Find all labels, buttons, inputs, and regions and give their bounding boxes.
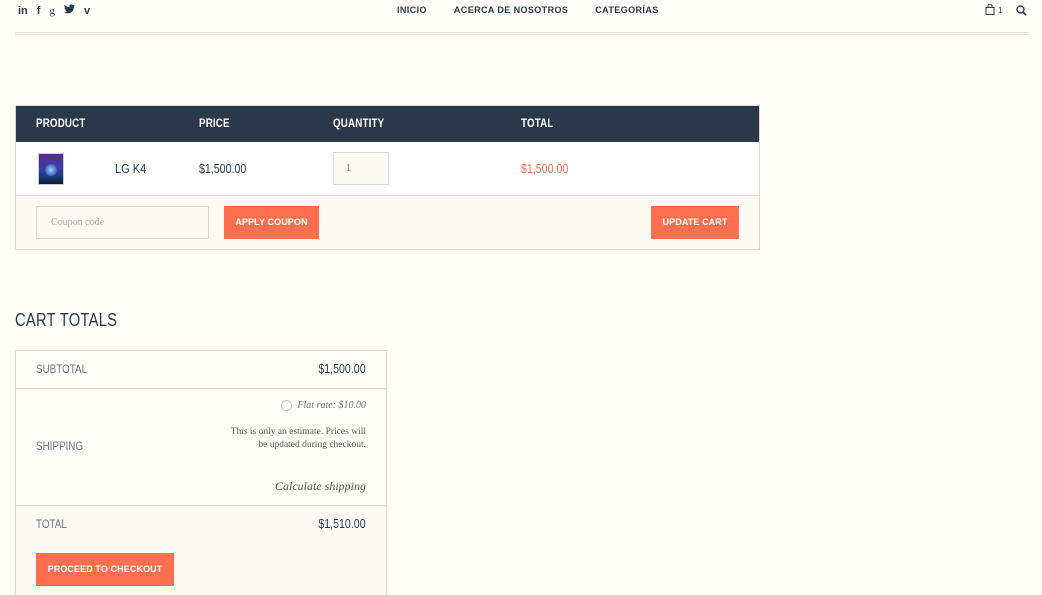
column-header-product: PRODUCT [36,118,86,130]
quantity-input[interactable]: 1 [333,152,389,185]
proceed-to-checkout-button[interactable]: PROCEED TO CHECKOUT [36,553,174,586]
shopping-bag-icon [985,4,995,15]
flat-rate-label: Flat rate: $10.00 [297,400,366,411]
nav-item-inicio[interactable]: INICIO [397,5,427,15]
search-icon[interactable] [1016,3,1027,21]
main-nav: INICIO ACERCA DE NOSOTROS CATEGORÍAS [397,5,686,15]
nav-item-categorias[interactable]: CATEGORÍAS [595,5,658,15]
subtotal-row: SUBTOTAL $1,500.00 [16,351,386,389]
product-name[interactable]: LG K4 [115,161,146,176]
coupon-input[interactable]: Coupon code [36,206,209,239]
header-divider [15,34,1028,35]
table-row: LG K4 $1,500.00 1 $1,500.00 [16,142,759,196]
column-header-total: TOTAL [521,118,554,130]
subtotal-value: $1,500.00 [318,362,366,376]
facebook-icon[interactable]: f [37,4,41,18]
cart-table: PRODUCT PRICE QUANTITY TOTAL LG K4 $1,50… [15,105,760,250]
cart-totals-table: SUBTOTAL $1,500.00 SHIPPING Flat rate: $… [15,350,387,595]
flat-rate-option[interactable]: Flat rate: $10.00 [281,400,366,411]
google-plus-icon[interactable]: g [49,4,55,18]
total-value: $1,510.00 [318,517,366,531]
shipping-estimate-note: This is only an estimate. Prices will be… [230,427,366,450]
product-thumbnail[interactable] [38,153,64,185]
social-links: in f g v [18,4,90,18]
apply-coupon-button[interactable]: APPLY COUPON [224,206,319,239]
column-header-price: PRICE [199,118,230,130]
flat-rate-radio[interactable] [281,400,293,411]
update-cart-button[interactable]: UPDATE CART [651,206,739,239]
cart-totals-title: CART TOTALS [15,310,118,330]
column-header-quantity: QUANTITY [333,118,385,130]
product-price: $1,500.00 [199,162,247,176]
total-row: TOTAL $1,510.00 PROCEED TO CHECKOUT [16,506,386,595]
shipping-label: SHIPPING [36,439,84,453]
cart-actions: Coupon code APPLY COUPON UPDATE CART [16,196,759,249]
total-label: TOTAL [36,517,67,531]
nav-item-acerca[interactable]: ACERCA DE NOSOTROS [454,5,568,15]
vimeo-icon[interactable]: v [84,4,90,18]
subtotal-label: SUBTOTAL [36,362,88,376]
header-divider [15,32,1028,33]
product-total: $1,500.00 [521,162,569,176]
linkedin-icon[interactable]: in [18,4,28,18]
cart-count: 1 [998,6,1003,15]
calculate-shipping-link[interactable]: Calculate shipping [275,479,366,494]
site-header: in f g v INICIO ACERCA DE NOSOTROS CATEG… [0,0,1042,34]
cart-table-header: PRODUCT PRICE QUANTITY TOTAL [16,106,759,142]
cart-link[interactable]: 1 [985,4,1002,15]
twitter-icon[interactable] [63,4,75,18]
shipping-row: SHIPPING Flat rate: $10.00 This is only … [16,389,386,506]
